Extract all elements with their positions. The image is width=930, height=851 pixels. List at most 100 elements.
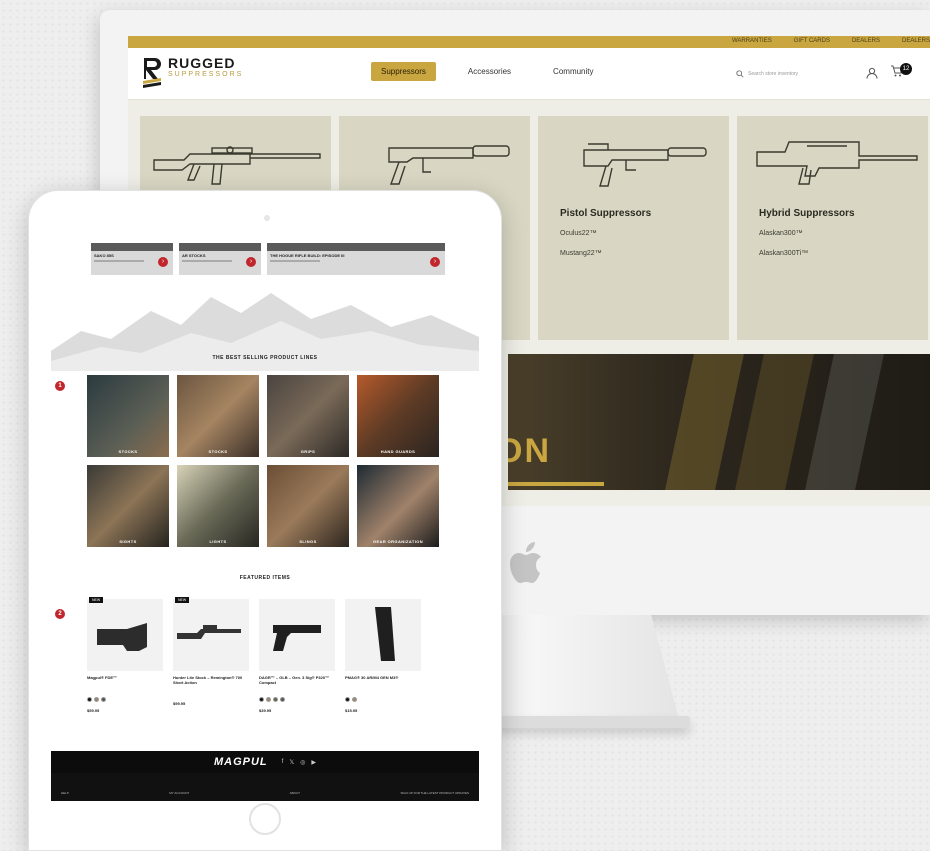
rugged-logo[interactable]: RUGGED SUPPRESSORS (142, 56, 244, 88)
product-line-tile[interactable]: HAND GUARDS (357, 375, 439, 457)
swatch[interactable] (345, 697, 350, 702)
swatch[interactable] (101, 697, 106, 702)
product-name[interactable]: PMAG® 30 AR/M4 GEN M3® (345, 675, 421, 685)
logo-subtitle: SUPPRESSORS (168, 71, 244, 78)
swatch[interactable] (259, 697, 264, 702)
tile-label: GEAR ORGANIZATION (372, 539, 424, 544)
banner-underline (508, 482, 604, 486)
product-card[interactable]: PMAG® 30 AR/M4 GEN M3® $15.95 (345, 599, 421, 713)
top-link[interactable]: WARRANTIES (732, 38, 772, 44)
cart-button[interactable]: 12 (890, 63, 912, 82)
ipad-device: SAKO 85S › AR STOCKS › THE HOGUE RIFLE B… (28, 190, 502, 851)
nav-community[interactable]: Community (543, 62, 603, 81)
swatch[interactable] (273, 697, 278, 702)
swatch[interactable] (94, 697, 99, 702)
footer-link[interactable]: MY ACCOUNT (169, 791, 189, 795)
blog-card[interactable]: AR STOCKS › (179, 243, 261, 275)
footer-link[interactable]: SIGN UP FOR THE LATEST PRODUCT UPDATES (400, 791, 469, 795)
product-line-tile[interactable]: SIGHTS (87, 465, 169, 547)
facebook-icon[interactable]: f (282, 759, 284, 766)
product-price: $39.95 (259, 708, 272, 713)
product-card[interactable]: DAGR™ – GLB – Gen. 3 Sig® P320™ Compact … (259, 599, 335, 713)
product-desc (345, 685, 421, 695)
cart-count-badge: 12 (900, 63, 912, 75)
product-name[interactable]: Hunter Lite Stock – Remington® 700 Short… (173, 675, 249, 685)
pistol-carbine-illustration (388, 145, 510, 185)
swatch[interactable] (266, 697, 271, 702)
product-price: $59.95 (87, 708, 100, 713)
category-card-pistol-suppressors[interactable]: Pistol Suppressors Oculus22™ Mustang22™ (538, 116, 729, 340)
nav-suppressors[interactable]: Suppressors (371, 62, 436, 81)
tile-label: HAND GUARDS (380, 449, 416, 454)
featured-products: NEW Magpul® FDE™ $59.95 NEW Hunter Lite … (87, 597, 421, 713)
stock-illustration (97, 623, 147, 651)
product-line-tile[interactable]: GRIPS (267, 375, 349, 457)
camera-icon (264, 215, 270, 221)
top-link[interactable]: DEALERS (902, 38, 930, 44)
blog-title: THE HOGUE RIFLE BUILD: EPISODE III (270, 253, 345, 258)
x-icon[interactable]: 𝕏 (289, 759, 294, 766)
apple-logo-icon (510, 542, 541, 583)
swatch[interactable] (87, 697, 92, 702)
product-line-tile[interactable]: STOCKS (177, 375, 259, 457)
product-name[interactable]: Magpul® FDE™ (87, 675, 163, 685)
youtube-icon[interactable]: ▶ (311, 759, 316, 766)
tile-label: SIGHTS (119, 539, 137, 544)
product-line-tile[interactable]: SLINGS (267, 465, 349, 547)
category-title: Hybrid Suppressors (759, 208, 855, 219)
nav-accessories[interactable]: Accessories (458, 62, 521, 81)
home-button[interactable] (249, 803, 281, 835)
tile-label: GRIPS (300, 449, 316, 454)
swatch[interactable] (352, 697, 357, 702)
product-line-tile[interactable]: STOCKS (87, 375, 169, 457)
product-lines-grid: STOCKS STOCKS GRIPS HAND GUARDS SIGHTS L… (87, 375, 439, 547)
product-image[interactable] (259, 599, 335, 671)
social-links: f 𝕏 ◎ ▶ (282, 759, 316, 766)
product-desc (173, 685, 249, 695)
product-image[interactable]: NEW (173, 597, 249, 671)
product-price: $99.95 (173, 701, 186, 706)
pistol-illustration (583, 143, 707, 187)
product-line-tile[interactable]: GEAR ORGANIZATION (357, 465, 439, 547)
instagram-icon[interactable]: ◎ (300, 759, 305, 766)
search-placeholder: Search store inventory (748, 71, 799, 77)
blog-card[interactable]: THE HOGUE RIFLE BUILD: EPISODE III › (267, 243, 445, 275)
category-link[interactable]: Oculus22™ (560, 230, 597, 237)
product-line-tile[interactable]: LIGHTS (177, 465, 259, 547)
top-utility-bar: WARRANTIES GIFT CARDS DEALERS DEALERS (128, 36, 930, 48)
category-link[interactable]: Mustang22™ (560, 250, 602, 257)
site-header: RUGGED SUPPRESSORS Suppressors Accessori… (128, 48, 930, 100)
site-footer: MAGPUL f 𝕏 ◎ ▶ HELP MY ACCOUNT ABOUT SIG… (51, 751, 479, 801)
product-name[interactable]: DAGR™ – GLB – Gen. 3 Sig® P320™ Compact (259, 675, 335, 685)
top-link[interactable]: DEALERS (852, 38, 880, 44)
category-link[interactable]: Alaskan300Ti™ (759, 250, 808, 257)
product-image[interactable] (345, 599, 421, 671)
hero-banner[interactable]: ON (508, 354, 930, 490)
blog-strip: SAKO 85S › AR STOCKS › THE HOGUE RIFLE B… (91, 243, 445, 275)
category-card-hybrid-suppressors[interactable]: Hybrid Suppressors Alaskan300™ Alaskan30… (737, 116, 928, 340)
category-link[interactable]: Alaskan300™ (759, 230, 803, 237)
product-image[interactable]: NEW (87, 597, 163, 671)
arrow-right-icon[interactable]: › (158, 257, 168, 267)
product-card[interactable]: NEW Magpul® FDE™ $59.95 (87, 597, 163, 713)
swatch[interactable] (280, 697, 285, 702)
footer-link[interactable]: HELP (61, 791, 69, 795)
tile-label: STOCKS (118, 449, 138, 454)
color-swatches (87, 697, 163, 702)
section-marker: 2 (55, 609, 65, 619)
rifle-illustration (153, 146, 321, 185)
main-nav: Suppressors Accessories Community (371, 62, 604, 81)
arrow-right-icon[interactable]: › (246, 257, 256, 267)
magpul-site-screen: SAKO 85S › AR STOCKS › THE HOGUE RIFLE B… (51, 243, 479, 801)
category-title: Pistol Suppressors (560, 208, 652, 219)
featured-heading: FEATURED ITEMS (239, 575, 291, 581)
product-card[interactable]: NEW Hunter Lite Stock – Remington® 700 S… (173, 597, 249, 713)
search-input[interactable]: Search store inventory (736, 66, 854, 82)
arrow-right-icon[interactable]: › (430, 257, 440, 267)
account-icon[interactable] (866, 67, 878, 79)
blog-card[interactable]: SAKO 85S › (91, 243, 173, 275)
top-link[interactable]: GIFT CARDS (794, 38, 830, 44)
magpul-logo[interactable]: MAGPUL (214, 756, 268, 768)
new-badge: NEW (175, 597, 190, 603)
footer-link[interactable]: ABOUT (290, 791, 300, 795)
